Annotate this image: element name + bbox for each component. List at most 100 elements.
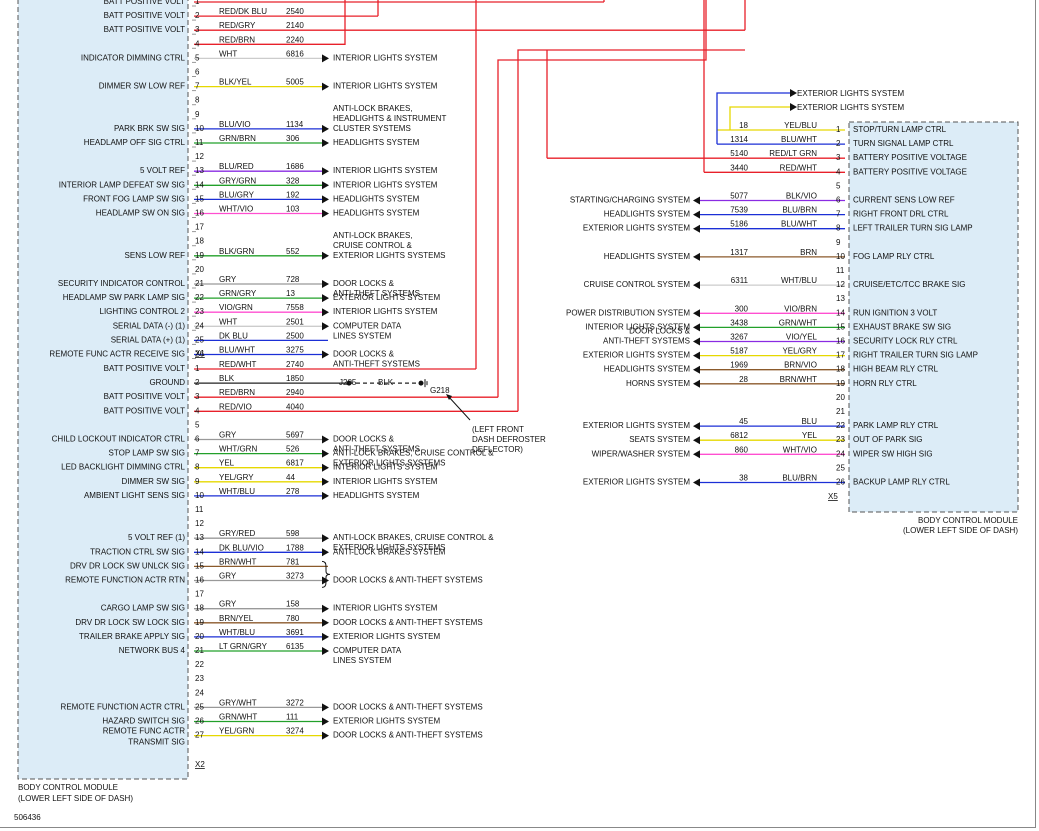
x1_pins-destination: ANTI-LOCK BRAKES, xyxy=(333,231,413,240)
x2_pins-circuit-number: 3691 xyxy=(286,628,304,637)
x1_pins-pin-number: 12 xyxy=(195,152,204,161)
x2_pins-pin-number: 1 xyxy=(195,364,200,373)
x5-circuit-number: 5186 xyxy=(730,220,748,229)
x1_pins-circuit-number: 1134 xyxy=(286,120,304,129)
x1_pins-destination: CRUISE CONTROL & xyxy=(333,241,412,250)
x1_pins-circuit-number: 13 xyxy=(286,289,295,298)
x1_pins-wire-color: GRY/GRN xyxy=(219,176,256,185)
x2_pins-circuit-number: 526 xyxy=(286,445,300,454)
x5-wire-color: YEL xyxy=(802,431,818,440)
x2_pins-pin-number: 7 xyxy=(195,449,200,458)
x1_pins-destination: INTERIOR LIGHTS SYSTEM xyxy=(333,53,438,62)
wiring-diagram: 1 BATT POSITIVE VOLT 2 BATT POSITIVE VOLT RE… xyxy=(14,0,1019,822)
x1_pins-wire-color: VIO/GRN xyxy=(219,303,253,312)
x1_pins-pin-number: 7 xyxy=(195,82,200,91)
x5-pin-label: RUN IGNITION 3 VOLT xyxy=(853,308,937,317)
x1_pins-pin-number: 8 xyxy=(195,96,200,105)
x1_pins-destination: HEADLIGHTS SYSTEM xyxy=(333,209,420,218)
x2_pins-wire-color: BRN/YEL xyxy=(219,614,254,623)
x1_pins-pin-number: 17 xyxy=(195,223,204,232)
arrow-left-icon xyxy=(693,351,700,360)
x2_pins-pin-number: 3 xyxy=(195,392,200,401)
arrow-right-icon xyxy=(322,632,329,641)
x2_pins-destination: COMPUTER DATA xyxy=(333,646,402,655)
x2_pins-circuit-number: 598 xyxy=(286,529,300,538)
x1_pins-pin-number: 2 xyxy=(195,11,200,20)
x2_pins-destination: DOOR LOCKS & xyxy=(333,435,395,444)
x5-turn-wire xyxy=(716,92,790,145)
x5-destination: SEATS SYSTEM xyxy=(629,435,690,444)
x5-pin-label: BACKUP LAMP RLY CTRL xyxy=(853,478,950,487)
x5-wire-color: BLK/VIO xyxy=(786,192,817,201)
connector-x2-label: X2 xyxy=(195,760,205,769)
x1_pins-pin-number: 13 xyxy=(195,166,204,175)
x2_pins-pin-number: 10 xyxy=(195,491,204,500)
x1_pins-circuit-number: 7558 xyxy=(286,303,304,312)
x2_pins-circuit-number: 5697 xyxy=(286,431,304,440)
x1_pins-pin-label: INTERIOR LAMP DEFEAT SW SIG xyxy=(59,180,185,189)
arrow-right-icon xyxy=(322,167,329,176)
x2_pins-pin-number: 6 xyxy=(195,435,200,444)
x5-pin-number: 21 xyxy=(836,407,845,416)
x5-pin-number: 15 xyxy=(836,322,845,331)
x1_pins-destination: HEADLIGHTS SYSTEM xyxy=(333,194,420,203)
arrow-left-icon xyxy=(693,309,700,318)
x1_pins-wire-color: GRN/BRN xyxy=(219,134,256,143)
x2_pins-pin-label: TRACTION CTRL SW SIG xyxy=(90,547,185,556)
x5-pin-label: BATTERY POSITIVE VOLTAGE xyxy=(853,153,967,162)
x2_pins-circuit-number: 3272 xyxy=(286,698,304,707)
splice-wire-color: BLK xyxy=(378,378,394,387)
x2_pins-pin-label: STOP LAMP SW SIG xyxy=(109,449,185,458)
x5-wire-color: BLU/BRN xyxy=(782,474,817,483)
x5-pin-label: OUT OF PARK SIG xyxy=(853,435,923,444)
x1_pins-pin-number: 6 xyxy=(195,68,200,77)
arrow-right-icon xyxy=(322,717,329,726)
x5-circuit-number: 5140 xyxy=(730,149,748,158)
x1_pins-wire-color: BLK/GRN xyxy=(219,247,254,256)
arrow-left-icon xyxy=(693,224,700,233)
x2_pins-circuit-number: 2740 xyxy=(286,360,304,369)
arrow-right-icon xyxy=(322,280,329,288)
x2_pins-wire-color: RED/WHT xyxy=(219,360,256,369)
arrow-right-icon xyxy=(322,54,329,63)
x2_pins-wire-color: GRY/WHT xyxy=(219,698,257,707)
x1_pins-wire-color: WHT/VIO xyxy=(219,205,253,214)
x5-wire-color: WHT/VIO xyxy=(783,445,817,454)
x2_pins-pin-number: 23 xyxy=(195,674,204,683)
x2_pins-wire-color: GRY xyxy=(219,431,237,440)
x2_pins-wire-color: RED/BRN xyxy=(219,388,255,397)
arrow-right-icon xyxy=(322,491,329,500)
x2_pins-pin-label: DRV DR LOCK SW UNLCK SIG xyxy=(70,561,185,570)
arrow-right-icon xyxy=(322,294,329,303)
x2_pins-wire-color: WHT/GRN xyxy=(219,445,257,454)
x2_pins-pin-label: LED BACKLIGHT DIMMING CTRL xyxy=(61,463,185,472)
x1_pins-pin-label: SENS LOW REF xyxy=(125,251,186,260)
x1_pins-pin-number: 11 xyxy=(195,138,204,147)
arrow-left-icon xyxy=(693,422,700,431)
x2_pins-pin-number: 2 xyxy=(195,378,200,387)
x2_pins-pin-number: 24 xyxy=(195,688,204,697)
arrow-left-icon xyxy=(693,436,700,445)
arrow-right-icon xyxy=(322,463,329,472)
x1_pins-pin-number: 21 xyxy=(195,279,204,288)
connector-x1-label: X1 xyxy=(195,349,205,358)
x1_pins-circuit-number: 552 xyxy=(286,247,300,256)
x1_pins-destination: EXTERIOR LIGHTS SYSTEM xyxy=(333,293,440,302)
right-module-title-2: (LOWER LEFT SIDE OF DASH) xyxy=(903,526,1018,535)
x2_pins-destination: EXTERIOR LIGHTS SYSTEM xyxy=(333,717,440,726)
x1_pins-circuit-number: 5005 xyxy=(286,78,304,87)
x1_pins-destination: CLUSTER SYSTEMS xyxy=(333,124,411,133)
x5-circuit-number: 300 xyxy=(735,304,749,313)
x5-wire-color: BRN/WHT xyxy=(780,375,817,384)
ground-note-2: DASH DEFROSTER xyxy=(472,435,546,444)
x2_pins-pin-number: 25 xyxy=(195,702,204,711)
x2_pins-pin-label: 5 VOLT REF (1) xyxy=(128,533,185,542)
x5-pin-number: 7 xyxy=(836,210,841,219)
x1_pins-destination: LINES SYSTEM xyxy=(333,331,392,340)
arrow-right-icon xyxy=(322,251,329,260)
x1_pins-pin-label: FRONT FOG LAMP SW SIG xyxy=(83,194,185,203)
x2_pins-destination: HEADLIGHTS SYSTEM xyxy=(333,491,420,500)
x2_pins-pin-number: 21 xyxy=(195,646,204,655)
x5-wire-color: GRN/WHT xyxy=(779,318,817,327)
x1_pins-pin-number: 1 xyxy=(195,0,200,6)
